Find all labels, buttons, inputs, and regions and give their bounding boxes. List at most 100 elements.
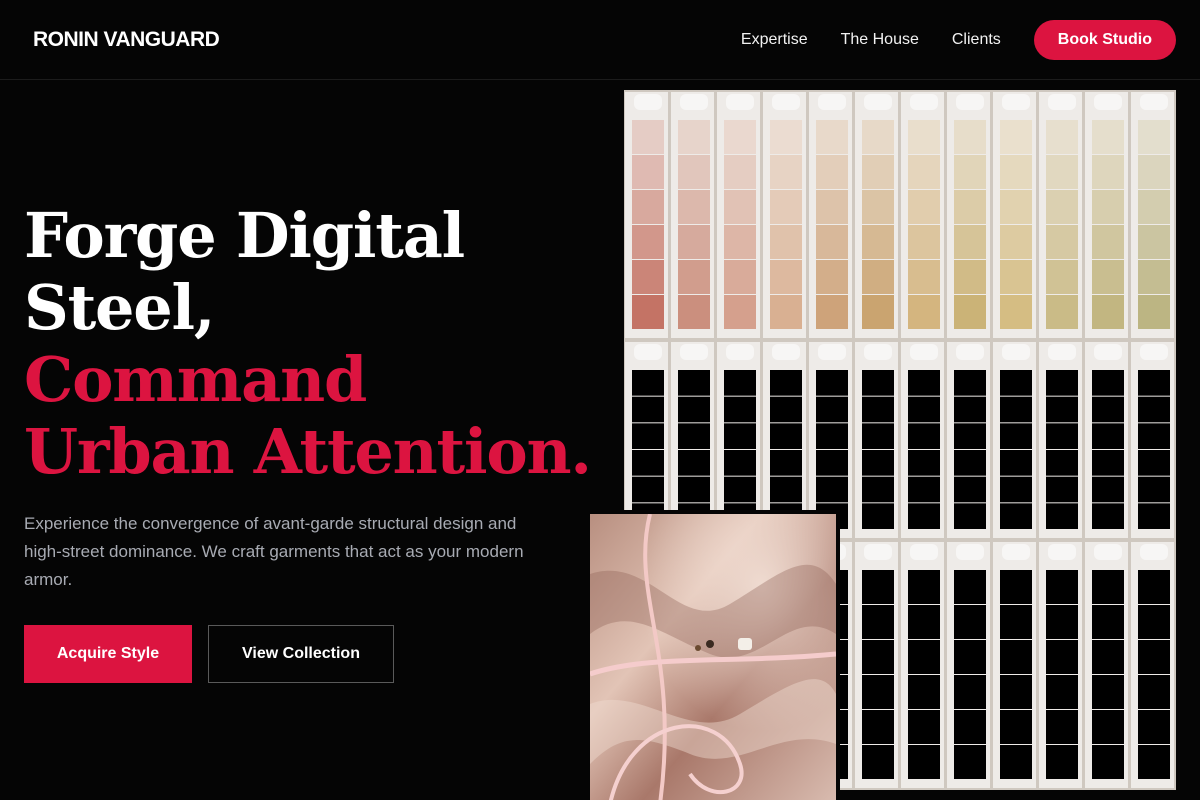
swatch-hook (1094, 94, 1122, 110)
swatch-chip (1092, 675, 1124, 709)
swatch-chip (632, 260, 664, 294)
swatch-chip (862, 640, 894, 674)
swatch-hook (864, 344, 892, 360)
swatch-chip (1000, 423, 1032, 449)
swatch-chip (724, 190, 756, 224)
view-collection-button[interactable]: View Collection (208, 625, 394, 683)
swatch-chip (770, 450, 802, 476)
swatch-chip (1138, 476, 1170, 503)
swatch-chip (862, 295, 894, 329)
swatch-chip (678, 155, 710, 189)
swatch-chip (1092, 190, 1124, 224)
swatch-chip (954, 190, 986, 224)
swatch-chip (632, 155, 664, 189)
swatch-chip (678, 423, 710, 449)
nav-links: Expertise The House Clients Book Studio (741, 19, 1176, 60)
swatch-chip (816, 370, 848, 396)
swatch-chip (1000, 370, 1032, 396)
nav-link-expertise[interactable]: Expertise (741, 31, 808, 49)
swatch-chip (862, 225, 894, 259)
swatch-chip (862, 710, 894, 744)
hero-title: Forge Digital Steel, Command Urban Atten… (24, 200, 604, 488)
swatch-chip (862, 503, 894, 529)
brand-logo[interactable]: RONIN VANGUARD (33, 28, 220, 52)
swatch-chip (862, 396, 894, 423)
swatch-chip (770, 396, 802, 423)
silk-fabric-image (590, 514, 836, 800)
swatch-chip (816, 225, 848, 259)
acquire-style-button[interactable]: Acquire Style (24, 625, 192, 683)
swatch-chip (1138, 155, 1170, 189)
swatch-chip (908, 745, 940, 779)
swatch-chip (816, 476, 848, 503)
swatch-chip (770, 120, 802, 154)
nav-link-clients[interactable]: Clients (952, 31, 1001, 49)
swatch-hook (1094, 544, 1122, 560)
swatch-chip (770, 423, 802, 449)
swatch-chip (908, 295, 940, 329)
swatch-chip (1046, 260, 1078, 294)
swatch-chip (724, 260, 756, 294)
swatch-chip (816, 155, 848, 189)
swatch-chip (862, 745, 894, 779)
swatch-hook (1140, 344, 1168, 360)
swatch-chip (862, 476, 894, 503)
swatch-hook (864, 94, 892, 110)
swatch-chip (1138, 370, 1170, 396)
swatch-chip (816, 396, 848, 423)
swatch-chip (908, 396, 940, 423)
swatch-chip (724, 450, 756, 476)
swatch-chip (908, 120, 940, 154)
swatch-hook (726, 94, 754, 110)
swatch-chip (632, 476, 664, 503)
swatch-chip (954, 225, 986, 259)
swatch-chip (678, 225, 710, 259)
swatch-chip (1046, 640, 1078, 674)
nav-link-the-house[interactable]: The House (841, 31, 919, 49)
swatch-chip (1092, 745, 1124, 779)
swatch-chip (1000, 260, 1032, 294)
swatch-hook (956, 94, 984, 110)
swatch-chip (1000, 476, 1032, 503)
swatch-chip (1046, 710, 1078, 744)
swatch-chip (862, 570, 894, 604)
swatch-chip (1046, 396, 1078, 423)
swatch-chip (908, 476, 940, 503)
swatch-chip (632, 423, 664, 449)
swatch-chip (1000, 450, 1032, 476)
swatch-chip (1046, 503, 1078, 529)
swatch-chip (954, 370, 986, 396)
swatch-chip (724, 155, 756, 189)
swatch-chip (954, 476, 986, 503)
swatch-chip (632, 370, 664, 396)
swatch-hook (956, 344, 984, 360)
swatch-chip (816, 295, 848, 329)
swatch-chip (1092, 605, 1124, 639)
swatch-chip (954, 155, 986, 189)
swatch-chip (1138, 640, 1170, 674)
swatch-chip (678, 120, 710, 154)
swatch-chip (770, 190, 802, 224)
swatch-chip (954, 450, 986, 476)
swatch-chip (1092, 450, 1124, 476)
book-studio-button[interactable]: Book Studio (1033, 19, 1176, 60)
swatch-hook (680, 94, 708, 110)
swatch-chip (908, 225, 940, 259)
swatch-chip (678, 450, 710, 476)
swatch-chip (908, 640, 940, 674)
swatch-chip (954, 295, 986, 329)
swatch-chip (632, 190, 664, 224)
hero-title-line: Steel, (24, 271, 215, 344)
swatch-chip (1138, 570, 1170, 604)
swatch-chip (1000, 640, 1032, 674)
swatch-chip (954, 745, 986, 779)
swatch-chip (954, 260, 986, 294)
swatch-chip (1092, 476, 1124, 503)
swatch-chip (1138, 120, 1170, 154)
swatch-chip (862, 120, 894, 154)
swatch-hook (1048, 544, 1076, 560)
swatch-chip (1000, 570, 1032, 604)
swatch-hook (818, 344, 846, 360)
swatch-chip (862, 370, 894, 396)
swatch-chip (678, 370, 710, 396)
